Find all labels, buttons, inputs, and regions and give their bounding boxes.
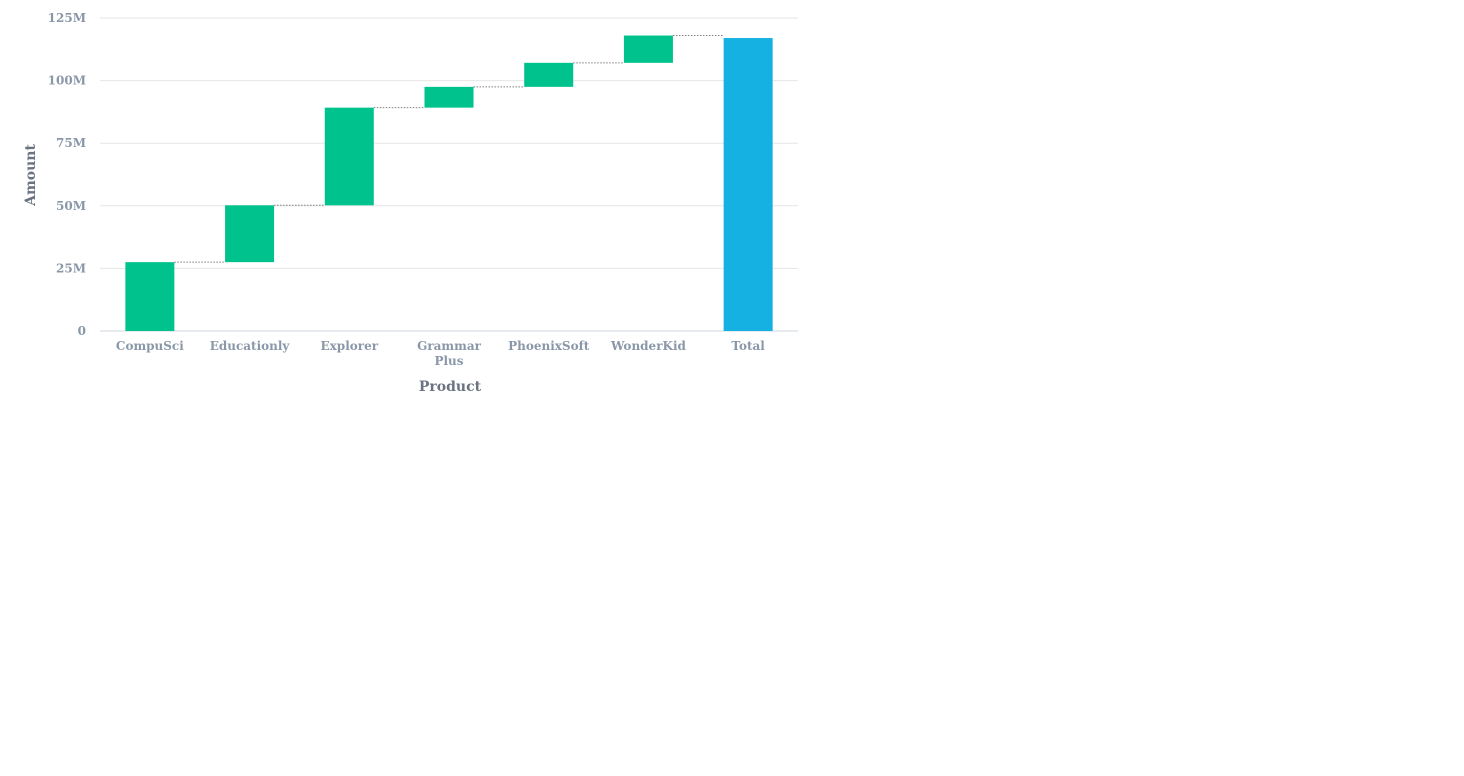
bar-wonderkid[interactable] [623, 35, 673, 63]
bar-compusci[interactable] [125, 262, 175, 331]
bar-grammar-plus[interactable] [424, 86, 474, 108]
gridlines [100, 17, 798, 332]
total-bar[interactable] [723, 38, 773, 331]
y-tick-label: 25M [56, 261, 86, 275]
y-tick-label: 75M [56, 136, 86, 150]
x-tick-label: WonderKid [610, 339, 687, 353]
x-tick-label: PhoenixSoft [508, 339, 590, 353]
y-tick-label: 50M [56, 199, 86, 213]
bar-phoenixsoft[interactable] [524, 62, 574, 87]
bar-educationly[interactable] [225, 205, 275, 263]
y-tick-label: 0 [78, 324, 86, 338]
bars [125, 35, 773, 331]
waterfall-chart: 0 25M 50M 75M 100M 125M CompuSci Educationly Ex… [23, 11, 798, 395]
x-tick-label: Explorer [321, 339, 379, 353]
bar-explorer[interactable] [324, 107, 374, 206]
x-tick-label: Total [731, 339, 765, 353]
x-tick-label: CompuSci [116, 339, 184, 353]
y-axis-ticks: 0 25M 50M 75M 100M 125M [48, 11, 86, 338]
x-axis-title: Product [419, 379, 482, 395]
y-tick-label: 125M [48, 11, 86, 25]
x-axis-ticks: CompuSci Educationly Explorer Grammar Plus Ph… [116, 339, 765, 368]
y-tick-label: 100M [48, 74, 86, 88]
x-tick-label: Grammar Plus [417, 339, 482, 368]
x-tick-label: Educationly [210, 339, 291, 353]
y-axis-title: Amount [23, 144, 39, 207]
